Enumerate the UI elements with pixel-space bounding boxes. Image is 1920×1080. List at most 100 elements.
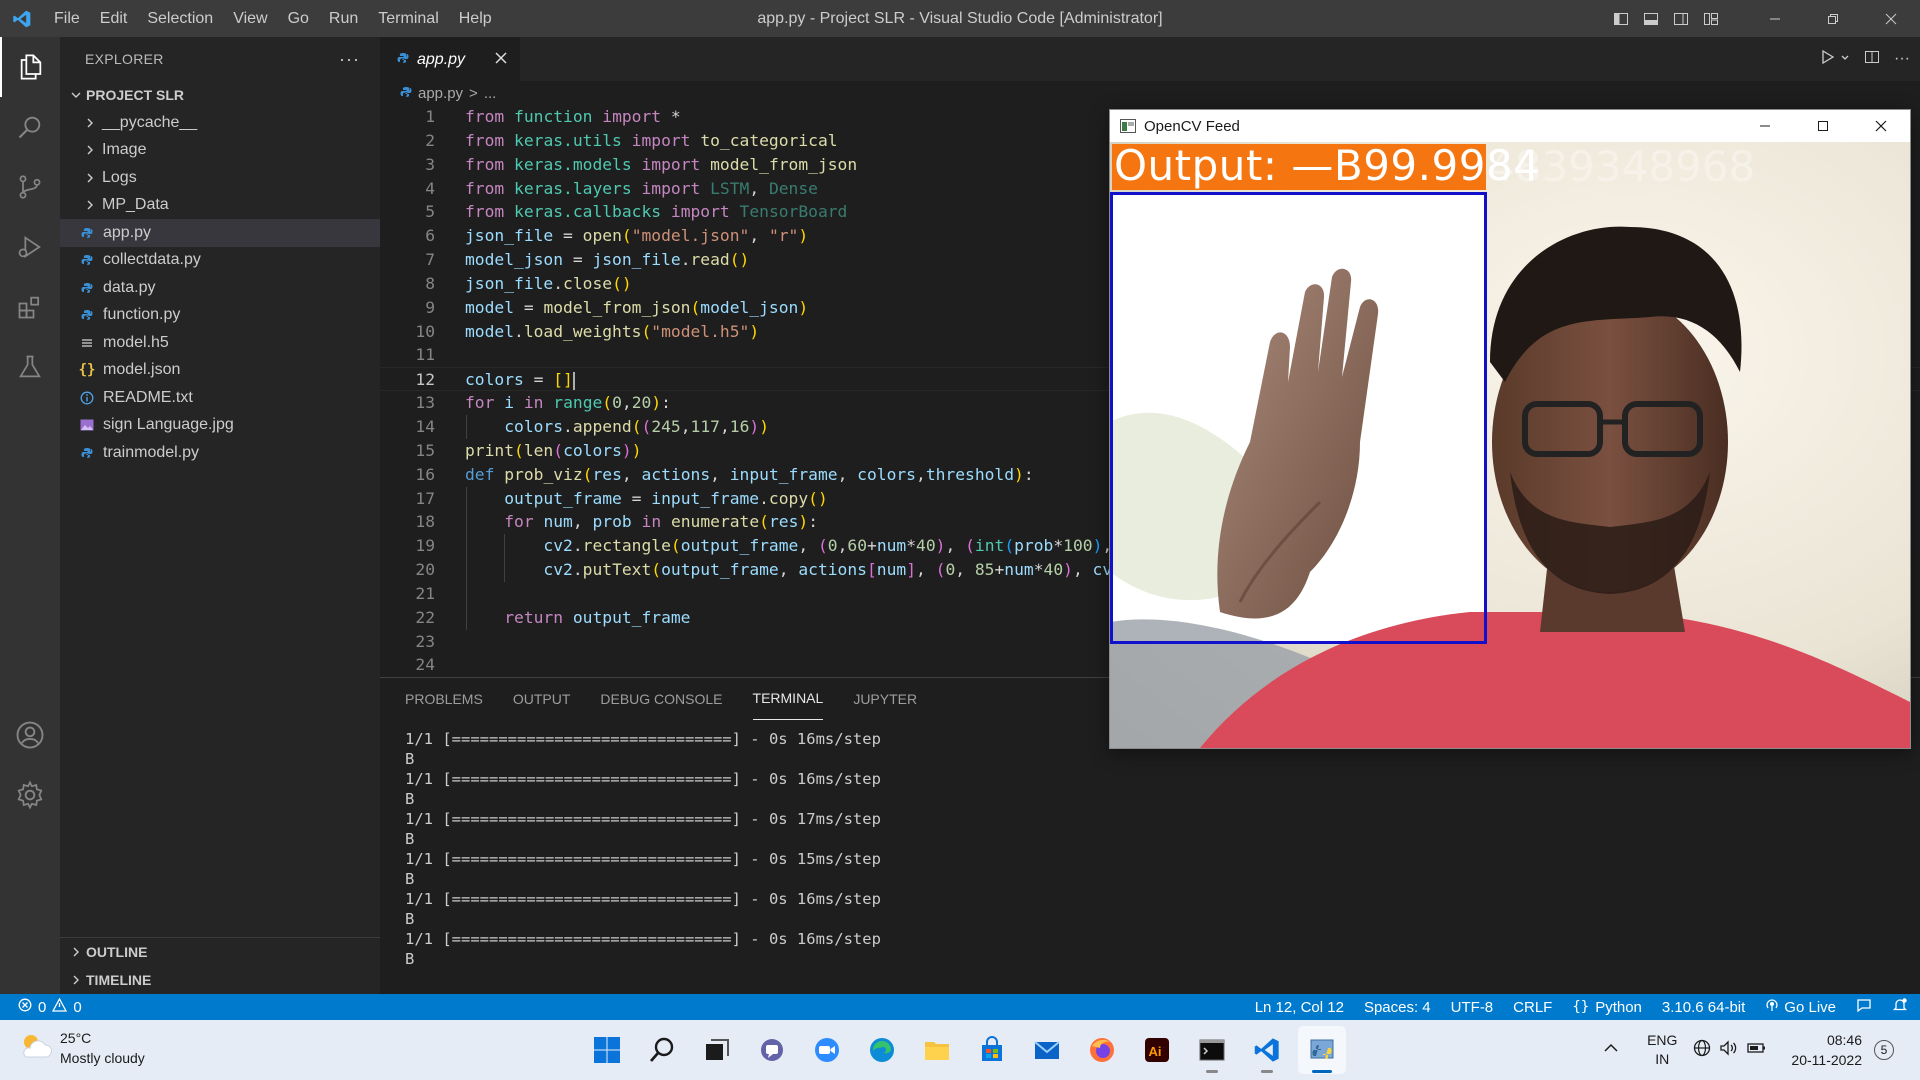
- tab-jupyter[interactable]: JUPYTER: [853, 678, 917, 720]
- menu-help[interactable]: Help: [449, 0, 502, 37]
- mail-icon[interactable]: [1023, 1026, 1071, 1074]
- network-globe-icon[interactable]: [1693, 1039, 1711, 1062]
- notification-center-badge[interactable]: 5: [1874, 1040, 1894, 1060]
- chevron-up-icon[interactable]: [1603, 1041, 1619, 1059]
- timeline-section[interactable]: TIMELINE: [60, 966, 380, 994]
- activity-bar: [0, 37, 60, 994]
- project-folder-header[interactable]: PROJECT SLR: [60, 81, 380, 109]
- tree-file-trainmodel-py[interactable]: trainmodel.py: [60, 439, 380, 467]
- menu-go[interactable]: Go: [278, 0, 319, 37]
- toggle-secondary-sidebar-icon[interactable]: [1666, 0, 1696, 37]
- tab-app-py[interactable]: app.py: [380, 37, 520, 81]
- weather-widget[interactable]: 25°C Mostly cloudy: [18, 1028, 145, 1068]
- source-control-icon[interactable]: [0, 157, 60, 217]
- run-python-file-icon[interactable]: [1820, 49, 1836, 70]
- command-prompt-icon[interactable]: [1188, 1026, 1236, 1074]
- braces-icon: {}: [1572, 999, 1590, 1015]
- terminal-output[interactable]: 1/1 [==============================] - 0…: [405, 729, 881, 969]
- task-view-icon[interactable]: [693, 1026, 741, 1074]
- tab-debug-console[interactable]: DEBUG CONSOLE: [600, 678, 722, 720]
- menu-view[interactable]: View: [223, 0, 277, 37]
- breadcrumb-symbol[interactable]: ...: [484, 85, 497, 102]
- python-interpreter[interactable]: 3.10.6 64-bit: [1662, 999, 1745, 1016]
- problems-status[interactable]: 0 0: [18, 994, 82, 1020]
- microsoft-store-icon[interactable]: [968, 1026, 1016, 1074]
- menu-run[interactable]: Run: [319, 0, 368, 37]
- menu-terminal[interactable]: Terminal: [368, 0, 448, 37]
- tree-folder-mp-data[interactable]: MP_Data: [60, 192, 380, 220]
- clock[interactable]: 08:46 20-11-2022: [1791, 1030, 1862, 1070]
- tab-terminal[interactable]: TERMINAL: [752, 678, 824, 720]
- tree-file-model-h5[interactable]: model.h5: [60, 329, 380, 357]
- go-live-label: Go Live: [1784, 998, 1836, 1016]
- encoding[interactable]: UTF-8: [1451, 999, 1494, 1016]
- outline-section[interactable]: OUTLINE: [60, 937, 380, 965]
- indentation[interactable]: Spaces: 4: [1364, 999, 1431, 1016]
- language-mode[interactable]: {} Python: [1572, 999, 1642, 1016]
- input-language[interactable]: ENG IN: [1647, 1031, 1677, 1069]
- more-actions-icon[interactable]: ···: [1894, 50, 1910, 68]
- taskbar-search-icon[interactable]: [638, 1026, 686, 1074]
- vscode-logo-icon[interactable]: [0, 0, 44, 37]
- tab-problems[interactable]: PROBLEMS: [405, 678, 483, 720]
- tree-file-sign-language-jpg[interactable]: sign Language.jpg: [60, 412, 380, 440]
- extensions-icon[interactable]: [0, 277, 60, 337]
- tree-item-label: Logs: [102, 168, 137, 186]
- breadcrumb-file[interactable]: app.py: [418, 85, 463, 102]
- tree-file-readme-txt[interactable]: README.txt: [60, 384, 380, 412]
- minimize-icon[interactable]: [1736, 110, 1794, 142]
- tree-file-collectdata-py[interactable]: collectdata.py: [60, 247, 380, 275]
- chevron-down-icon[interactable]: [1840, 50, 1850, 68]
- feedback-icon[interactable]: [1856, 997, 1872, 1017]
- terminal-line: B: [405, 910, 415, 928]
- volume-icon[interactable]: [1719, 1039, 1739, 1062]
- start-button[interactable]: [583, 1026, 631, 1074]
- go-live-button[interactable]: Go Live: [1765, 998, 1836, 1016]
- tree-folder-pycache[interactable]: __pycache__: [60, 109, 380, 137]
- split-editor-icon[interactable]: [1864, 49, 1880, 70]
- tree-folder-image[interactable]: Image: [60, 137, 380, 165]
- close-icon[interactable]: [1852, 110, 1910, 142]
- battery-icon[interactable]: [1747, 1041, 1767, 1060]
- tab-close-icon[interactable]: [495, 51, 507, 69]
- teams-chat-icon[interactable]: [748, 1026, 796, 1074]
- adobe-illustrator-icon[interactable]: Ai: [1133, 1026, 1181, 1074]
- cursor-position[interactable]: Ln 12, Col 12: [1255, 999, 1344, 1016]
- more-actions-icon[interactable]: ···: [339, 49, 360, 70]
- menu-file[interactable]: File: [44, 0, 90, 37]
- tree-file-data-py[interactable]: data.py: [60, 274, 380, 302]
- zoom-icon[interactable]: [803, 1026, 851, 1074]
- python-file-icon: [79, 447, 95, 459]
- run-debug-icon[interactable]: [0, 217, 60, 277]
- explorer-icon[interactable]: [0, 37, 60, 97]
- opencv-title-bar[interactable]: OpenCV Feed: [1110, 110, 1910, 142]
- toggle-primary-sidebar-icon[interactable]: [1606, 0, 1636, 37]
- vscode-taskbar-icon[interactable]: [1243, 1026, 1291, 1074]
- minimize-icon[interactable]: [1746, 0, 1804, 37]
- restore-icon[interactable]: [1804, 0, 1862, 37]
- notifications-bell-icon[interactable]: [1892, 997, 1908, 1017]
- terminal-line: 1/1 [==============================] - 0…: [405, 930, 881, 948]
- tree-folder-logs[interactable]: Logs: [60, 164, 380, 192]
- toggle-panel-icon[interactable]: [1636, 0, 1666, 37]
- tree-file-model-json[interactable]: {} model.json: [60, 357, 380, 385]
- tree-file-function-py[interactable]: function.py: [60, 302, 380, 330]
- testing-icon[interactable]: [0, 337, 60, 397]
- customize-layout-icon[interactable]: [1696, 0, 1726, 37]
- line-ending[interactable]: CRLF: [1513, 999, 1552, 1016]
- firefox-icon[interactable]: [1078, 1026, 1126, 1074]
- opencv-feed-window[interactable]: OpenCV Feed Output: —B99.9984 4839348968: [1109, 109, 1911, 749]
- edge-browser-icon[interactable]: [858, 1026, 906, 1074]
- chevron-down-icon: [66, 89, 86, 101]
- accounts-icon[interactable]: [0, 705, 60, 765]
- tree-file-app-py[interactable]: app.py: [60, 219, 380, 247]
- settings-gear-icon[interactable]: [0, 765, 60, 825]
- python-opencv-taskbar-icon[interactable]: [1298, 1026, 1346, 1074]
- tab-output[interactable]: OUTPUT: [513, 678, 571, 720]
- search-icon[interactable]: [0, 97, 60, 157]
- menu-edit[interactable]: Edit: [90, 0, 138, 37]
- close-icon[interactable]: [1862, 0, 1920, 37]
- menu-selection[interactable]: Selection: [137, 0, 223, 37]
- file-explorer-icon[interactable]: [913, 1026, 961, 1074]
- maximize-icon[interactable]: [1794, 110, 1852, 142]
